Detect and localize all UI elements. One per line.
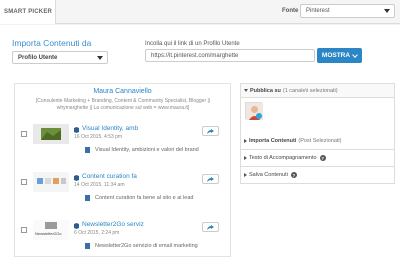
item-date: 16 Oct 2015, 4:53 pm xyxy=(74,134,123,140)
item-thumbnail xyxy=(33,172,69,192)
text-label: Testo di Accompagnamento xyxy=(249,155,317,161)
mostra-label: MOSTRA xyxy=(321,52,351,59)
item-title[interactable]: Content curation fa xyxy=(82,173,137,180)
profile-desc-line: whymarghette || La comunicazione sul web… xyxy=(56,105,190,111)
item-title[interactable]: Visual Identity, amb xyxy=(82,125,138,132)
twitter-icon xyxy=(256,113,262,119)
item-date: 6 Oct 2015, 2:24 pm xyxy=(74,230,120,236)
pinterest-icon xyxy=(74,127,79,133)
triangle-down-icon xyxy=(244,89,248,92)
profile-type-select[interactable]: Profilo Utente xyxy=(12,51,108,64)
help-icon[interactable]: ? xyxy=(290,172,297,178)
item-description: Visual Identity, ambizioni e valori del … xyxy=(95,147,199,153)
item-checkbox[interactable] xyxy=(21,227,27,233)
list-item: Content curation fa 14 Oct 2015, 11:34 a… xyxy=(15,172,232,212)
share-button[interactable] xyxy=(202,174,219,184)
share-icon xyxy=(207,176,214,182)
triangle-right-icon xyxy=(244,173,247,177)
save-label: Salva Contenuti xyxy=(249,172,288,178)
document-icon xyxy=(85,195,90,201)
pinterest-icon xyxy=(74,175,79,181)
publish-label: Pubblica su xyxy=(250,87,281,94)
item-checkbox[interactable] xyxy=(21,179,27,185)
fonte-label: Fonte xyxy=(282,8,299,14)
caret-down-icon xyxy=(97,56,103,60)
import-title: Importa Contenuti da xyxy=(12,38,92,48)
thumbnail-caption: Newsletter2Go xyxy=(35,231,62,236)
profile-description: [Consulente Marketing + Branding, Conten… xyxy=(23,98,223,112)
profile-desc-line: [Consulente Marketing + Branding, Conten… xyxy=(35,98,211,104)
channels-body xyxy=(240,98,395,133)
item-title[interactable]: Newsletter2Go serviz xyxy=(82,221,144,228)
profile-type-value: Profilo Utente xyxy=(18,55,58,61)
share-icon xyxy=(207,128,214,134)
fonte-select[interactable]: Pinterest xyxy=(300,4,395,18)
item-thumbnail xyxy=(33,124,69,144)
accordion-import[interactable]: Importa Contenuti (Post Selezionati) xyxy=(240,133,395,150)
mostra-button[interactable]: MOSTRA xyxy=(317,48,362,63)
item-description: Newsletter2Go servizio di email marketin… xyxy=(95,243,198,249)
profile-name[interactable]: Maura Cannaviello xyxy=(15,88,230,95)
item-checkbox[interactable] xyxy=(21,131,27,137)
results-panel: Maura Cannaviello [Consulente Marketing … xyxy=(14,83,231,257)
accordion-text[interactable]: Testo di Accompagnamento ? xyxy=(240,150,395,167)
publish-count: (1 canale\i selezionati) xyxy=(282,87,338,94)
triangle-right-icon xyxy=(244,139,247,143)
share-button[interactable] xyxy=(202,126,219,136)
item-date: 14 Oct 2015, 11:34 am xyxy=(74,182,125,188)
document-icon xyxy=(85,243,90,249)
url-label: Incolla qui il link di un Profilo Utente xyxy=(145,41,240,47)
share-button[interactable] xyxy=(202,222,219,232)
item-thumbnail: Newsletter2Go xyxy=(33,220,69,240)
help-icon[interactable]: ? xyxy=(319,155,326,161)
triangle-right-icon xyxy=(244,156,247,160)
list-item: Visual Identity, amb 16 Oct 2015, 4:53 p… xyxy=(15,124,232,164)
import-label: Importa Contenuti xyxy=(249,138,297,144)
main-panel: Importa Contenuti da Profilo Utente Inco… xyxy=(0,25,400,257)
tab-smart-picker[interactable]: SMART PICKER xyxy=(0,0,56,24)
url-input[interactable]: https://it.pinterest.com/marghette xyxy=(145,49,315,62)
item-description: Content curation fa bene al sito e ai le… xyxy=(95,195,194,201)
accordion-save[interactable]: Salva Contenuti ? xyxy=(240,167,395,184)
import-count: (Post Selezionati) xyxy=(298,138,342,144)
accordion-publish[interactable]: Pubblica su (1 canale\i selezionati) xyxy=(240,83,395,98)
publish-panel: Pubblica su (1 canale\i selezionati) Imp… xyxy=(240,83,395,184)
chevron-down-icon xyxy=(352,51,358,58)
pinterest-icon xyxy=(74,223,79,229)
list-item: Newsletter2Go Newsletter2Go serviz 6 Oct… xyxy=(15,220,232,257)
top-bar: SMART PICKER Fonte Pinterest xyxy=(0,0,400,24)
document-icon xyxy=(85,147,90,153)
share-icon xyxy=(207,224,214,230)
caret-down-icon xyxy=(384,9,390,13)
fonte-select-value: Pinterest xyxy=(306,8,330,14)
